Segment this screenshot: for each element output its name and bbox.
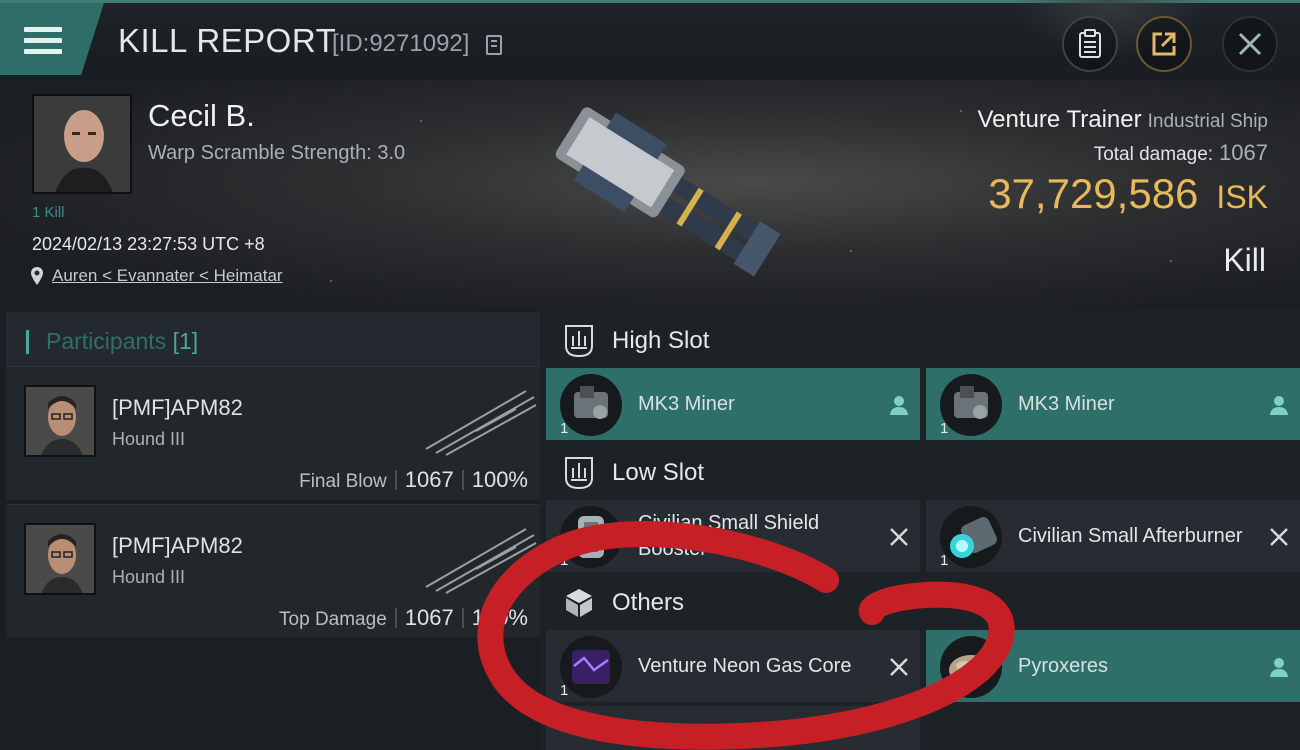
slot-item[interactable]: 1 Venture Neon Gas Core [546,630,920,702]
item-thumbnail [560,506,622,568]
item-name: Venture Neon Gas Core [638,655,852,677]
low-slot-title: Low Slot [612,459,705,486]
participant-ship-image [425,390,537,456]
item-name: Pyroxeres [1018,655,1109,677]
item-thumbnail [940,506,1002,568]
item-thumbnail [560,636,622,698]
location-pin-icon [31,267,43,285]
item-quantity: 1 [940,552,949,569]
share-icon [1152,32,1176,56]
participants-title: Participants [46,328,167,354]
participant-ship: Hound III [112,429,186,449]
slot-item[interactable]: 1 MK3 Miner [926,368,1300,440]
item-name: MK3 Miner [638,393,735,415]
menu-button[interactable] [0,3,104,75]
slot-item[interactable]: 1 MK3 Miner [546,368,920,440]
participant-name: [PMF]APM82 [112,533,243,558]
item-quantity: 1 [560,552,569,569]
participant-damage: 1067 [404,605,454,630]
total-damage-label: Total damage: [1093,144,1214,165]
low-slot-header: Low Slot [546,444,1300,502]
participant-name: [PMF]APM82 [112,395,243,420]
participants-header-bar [26,330,29,354]
item-quantity: 1 [940,420,949,437]
item-thumbnail [940,374,1002,436]
others-header: Others [546,574,1300,632]
clipboard-icon [1079,29,1101,58]
participant-row[interactable]: [PMF]APM82 Hound III Top Damage 1067 100% [6,504,540,638]
share-button[interactable] [1136,16,1192,72]
destroyed-icon [890,658,908,676]
item-thumbnail [560,374,622,436]
ship-name: Venture Trainer [977,106,1142,133]
participant-avatar[interactable] [24,523,96,595]
warp-scramble-strength: Warp Scramble Strength: 3.0 [148,142,406,164]
clipboard-button[interactable] [1062,16,1118,72]
kill-result: Kill [1223,242,1266,278]
isk-amount: 37,729,586 [988,170,1199,217]
participants-count: [1] [172,328,199,354]
report-id: [ID:9271092] [332,30,470,57]
kill-count: 1 Kill [32,204,65,221]
top-damage-label: Top Damage [279,609,387,630]
close-button[interactable] [1222,16,1278,72]
page-title: KILL REPORT [118,22,337,59]
cube-icon [566,589,592,617]
close-icon [1238,32,1262,56]
participant-stats: Top Damage 1067 100% [279,605,528,631]
person-icon [890,396,908,415]
participant-damage: 1067 [404,467,454,492]
item-quantity: 1 [560,420,569,437]
slot-item[interactable]: 1 Civilian Small Shield Booster [546,500,920,572]
participants-panel: Participants [1] [PMF]APM82 Hound III Fi… [0,308,540,750]
victim-summary: Cecil B. Warp Scramble Strength: 3.0 1 K… [0,80,1300,308]
participant-percent: 100% [471,467,528,492]
participant-stats: Final Blow 1067 100% [299,467,528,493]
header-bar: KILL REPORT [ID:9271092] [0,0,1300,80]
total-damage-value: 1067 [1219,140,1268,165]
destroyed-icon [1270,528,1288,546]
participant-ship: Hound III [112,567,186,587]
high-slot-header: High Slot [546,312,1300,370]
item-quantity: 40 [940,682,957,699]
ship-class: Industrial Ship [1147,111,1268,132]
high-slot-title: High Slot [612,327,710,354]
item-name: Civilian Small Shield Booster [638,512,820,560]
item-quantity: 1 [560,682,569,699]
person-icon [1270,396,1288,415]
fitting-panel: High Slot 1 MK3 Miner 1 MK3 Miner Low Sl… [540,308,1300,750]
total-damage: Total damage: 1067 [1094,140,1268,166]
victim-avatar[interactable] [32,94,132,194]
item-name: Civilian Small Afterburner [1018,525,1243,547]
location-text: Auren < Evannater < Heimatar [52,266,283,285]
participant-percent: 100% [471,605,528,630]
participants-header: Participants [1] [6,312,540,370]
isk-unit: ISK [1216,179,1268,215]
location-link[interactable]: Auren < Evannater < Heimatar [30,266,283,286]
slot-item-partial[interactable] [546,706,920,750]
menu-icon [24,27,62,55]
ship-name-line: Venture Trainer Industrial Ship [977,106,1268,134]
victim-name: Cecil B. [148,98,255,133]
high-slot-icon [565,325,593,358]
copy-icon[interactable] [486,35,502,55]
slot-item[interactable]: 40 Pyroxeres [926,630,1300,702]
participant-ship-image [425,528,537,594]
destroyed-icon [890,528,908,546]
kill-datetime: 2024/02/13 23:27:53 UTC +8 [32,234,265,254]
isk-value: 37,729,586 ISK [988,170,1268,218]
final-blow-label: Final Blow [299,471,387,492]
participant-avatar[interactable] [24,385,96,457]
low-slot-icon [565,457,593,490]
item-name: MK3 Miner [1018,393,1115,415]
slot-item[interactable]: 1 Civilian Small Afterburner [926,500,1300,572]
person-icon [1270,658,1288,677]
others-title: Others [612,589,685,616]
participant-row[interactable]: [PMF]APM82 Hound III Final Blow 1067 100% [6,366,540,500]
ship-image[interactable] [520,88,800,298]
